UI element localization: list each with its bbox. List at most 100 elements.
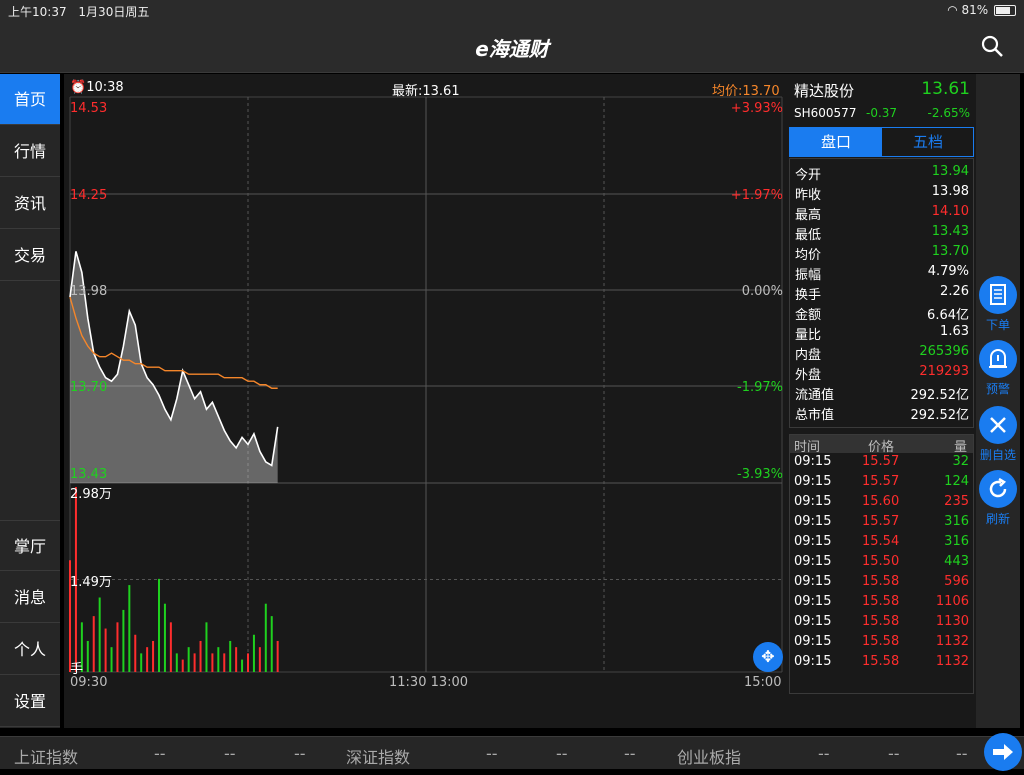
stat-label: 换手 — [795, 288, 822, 303]
tick-row: 09:15 15.58 1132 — [790, 634, 973, 654]
index-value: -- — [818, 744, 830, 763]
alarm-button[interactable]: 预警 — [976, 340, 1020, 397]
tick-row: 09:15 15.58 1130 — [790, 614, 973, 634]
order-button[interactable]: 下单 — [976, 276, 1020, 333]
main-panel: ⏰10:38 最新:13.61 均价:13.70 14.53 14.25 13.… — [64, 74, 976, 728]
pct-axis-label: -1.97% — [737, 380, 783, 395]
volume-bar — [199, 640, 202, 672]
volume-bar — [86, 640, 89, 672]
volume-bar — [217, 647, 220, 672]
stock-change-pct: -2.65% — [927, 106, 970, 120]
refresh-button[interactable]: 刷新 — [976, 470, 1020, 527]
sidebar-item-settings[interactable]: 设置 — [0, 676, 60, 727]
volume-bar — [258, 647, 261, 672]
stat-row: 外盘 219293 — [790, 364, 973, 384]
tick-time: 09:15 — [794, 554, 832, 569]
time-axis-end: 15:00 — [744, 675, 782, 690]
stat-label: 流通值 — [795, 388, 835, 403]
sidebar-item-news[interactable]: 资讯 — [0, 178, 60, 229]
tick-volume: 316 — [944, 534, 969, 549]
stat-value: 6.64亿 — [927, 308, 969, 323]
stat-value: 1.63 — [940, 324, 969, 339]
volume-max-label: 2.98万 — [70, 487, 112, 502]
volume-bar — [229, 640, 232, 672]
sidebar-item-home[interactable]: 首页 — [0, 74, 60, 125]
sidebar: 首页 行情 资讯 交易 掌厅 消息 个人 设置 — [0, 74, 60, 728]
stat-row: 振幅 4.79% — [790, 264, 973, 284]
tab-handicap[interactable]: 盘口 — [790, 128, 882, 156]
price-axis-label: 13.98 — [70, 284, 108, 299]
sidebar-item-messages[interactable]: 消息 — [0, 572, 60, 623]
tab-five-levels[interactable]: 五档 — [882, 128, 974, 156]
stat-value: 292.52亿 — [910, 388, 970, 403]
tick-table: 时间 价格 量 09:15 15.57 32 09:15 15.57 124 09:15 15… — [789, 434, 974, 694]
chart-clock: ⏰10:38 — [70, 80, 124, 95]
tick-time: 09:15 — [794, 454, 832, 469]
status-bar: 上午10:37 1月30日周五 ◠ 81% — [0, 0, 1024, 20]
tick-header-time: 时间 — [794, 440, 821, 455]
tick-row: 09:15 15.58 1106 — [790, 594, 973, 614]
battery-icon — [994, 5, 1016, 16]
intraday-chart[interactable] — [64, 74, 789, 694]
sidebar-item-market[interactable]: 行情 — [0, 126, 60, 177]
chart-avg: 均价:13.70 — [712, 84, 780, 99]
tick-row: 09:15 15.57 316 — [790, 514, 973, 534]
stat-value: 265396 — [919, 344, 969, 359]
remove-watchlist-button[interactable]: 删自选 — [976, 406, 1020, 463]
volume-bar — [223, 653, 226, 672]
tick-volume: 235 — [944, 494, 969, 509]
sidebar-item-profile[interactable]: 个人 — [0, 624, 60, 675]
stat-label: 今开 — [795, 168, 822, 183]
fullscreen-button[interactable]: ✥ — [753, 642, 783, 672]
sidebar-item-trade[interactable]: 交易 — [0, 230, 60, 281]
tick-time: 09:15 — [794, 654, 832, 669]
volume-bar — [122, 609, 125, 672]
index-ticker-bar[interactable]: 上证指数 -- -- -- 深证指数 -- -- -- 创业板指 -- -- -… — [0, 733, 1024, 771]
volume-bar — [104, 628, 107, 672]
action-column: 下单 预警 删自选 刷新 — [976, 74, 1020, 728]
stat-label: 量比 — [795, 328, 822, 343]
time-axis-mid: 11:30 13:00 — [389, 675, 469, 690]
index-value: -- — [624, 744, 636, 763]
price-axis-label: 14.25 — [70, 188, 108, 203]
index-value: -- — [294, 744, 306, 763]
volume-bar — [187, 647, 190, 672]
tick-time: 09:15 — [794, 534, 832, 549]
price-axis-label: 14.53 — [70, 101, 108, 116]
stat-row: 内盘 265396 — [790, 344, 973, 364]
status-battery-group: ◠ 81% — [947, 3, 1016, 17]
stat-value: 13.94 — [931, 164, 969, 179]
tick-volume: 1132 — [935, 654, 969, 669]
alarm-label: 预警 — [985, 382, 1010, 396]
refresh-label: 刷新 — [985, 512, 1010, 526]
tick-volume: 443 — [944, 554, 969, 569]
stat-value: 13.98 — [931, 184, 969, 199]
sidebar-item-hall[interactable]: 掌厅 — [0, 520, 60, 571]
tick-time: 09:15 — [794, 494, 832, 509]
stat-label: 最高 — [795, 208, 822, 223]
tick-price: 15.58 — [862, 594, 900, 609]
volume-bar — [116, 622, 119, 672]
stat-value: 14.10 — [931, 204, 969, 219]
tick-volume: 316 — [944, 514, 969, 529]
chart-grid — [69, 96, 783, 673]
tick-price: 15.50 — [862, 554, 900, 569]
status-time-date: 上午10:37 1月30日周五 — [8, 3, 149, 20]
volume-bar — [270, 616, 273, 672]
stat-row: 量比 1.63 — [790, 324, 973, 344]
tick-volume: 32 — [952, 454, 969, 469]
stat-value: 4.79% — [927, 264, 969, 279]
next-arrow-button[interactable] — [984, 733, 1022, 771]
status-time: 上午10:37 — [8, 5, 67, 19]
pct-axis-label: -3.93% — [737, 467, 783, 482]
quote-tabs: 盘口 五档 — [789, 127, 974, 157]
stat-value: 2.26 — [940, 284, 969, 299]
refresh-icon — [979, 470, 1017, 508]
pct-axis-label: 0.00% — [741, 284, 783, 299]
stat-row: 流通值 292.52亿 — [790, 384, 973, 404]
stat-value: 292.52亿 — [910, 408, 970, 423]
volume-bar — [235, 647, 238, 672]
chart-latest: 最新:13.61 — [392, 84, 460, 99]
search-icon[interactable] — [980, 34, 1004, 58]
volume-bar — [146, 647, 149, 672]
